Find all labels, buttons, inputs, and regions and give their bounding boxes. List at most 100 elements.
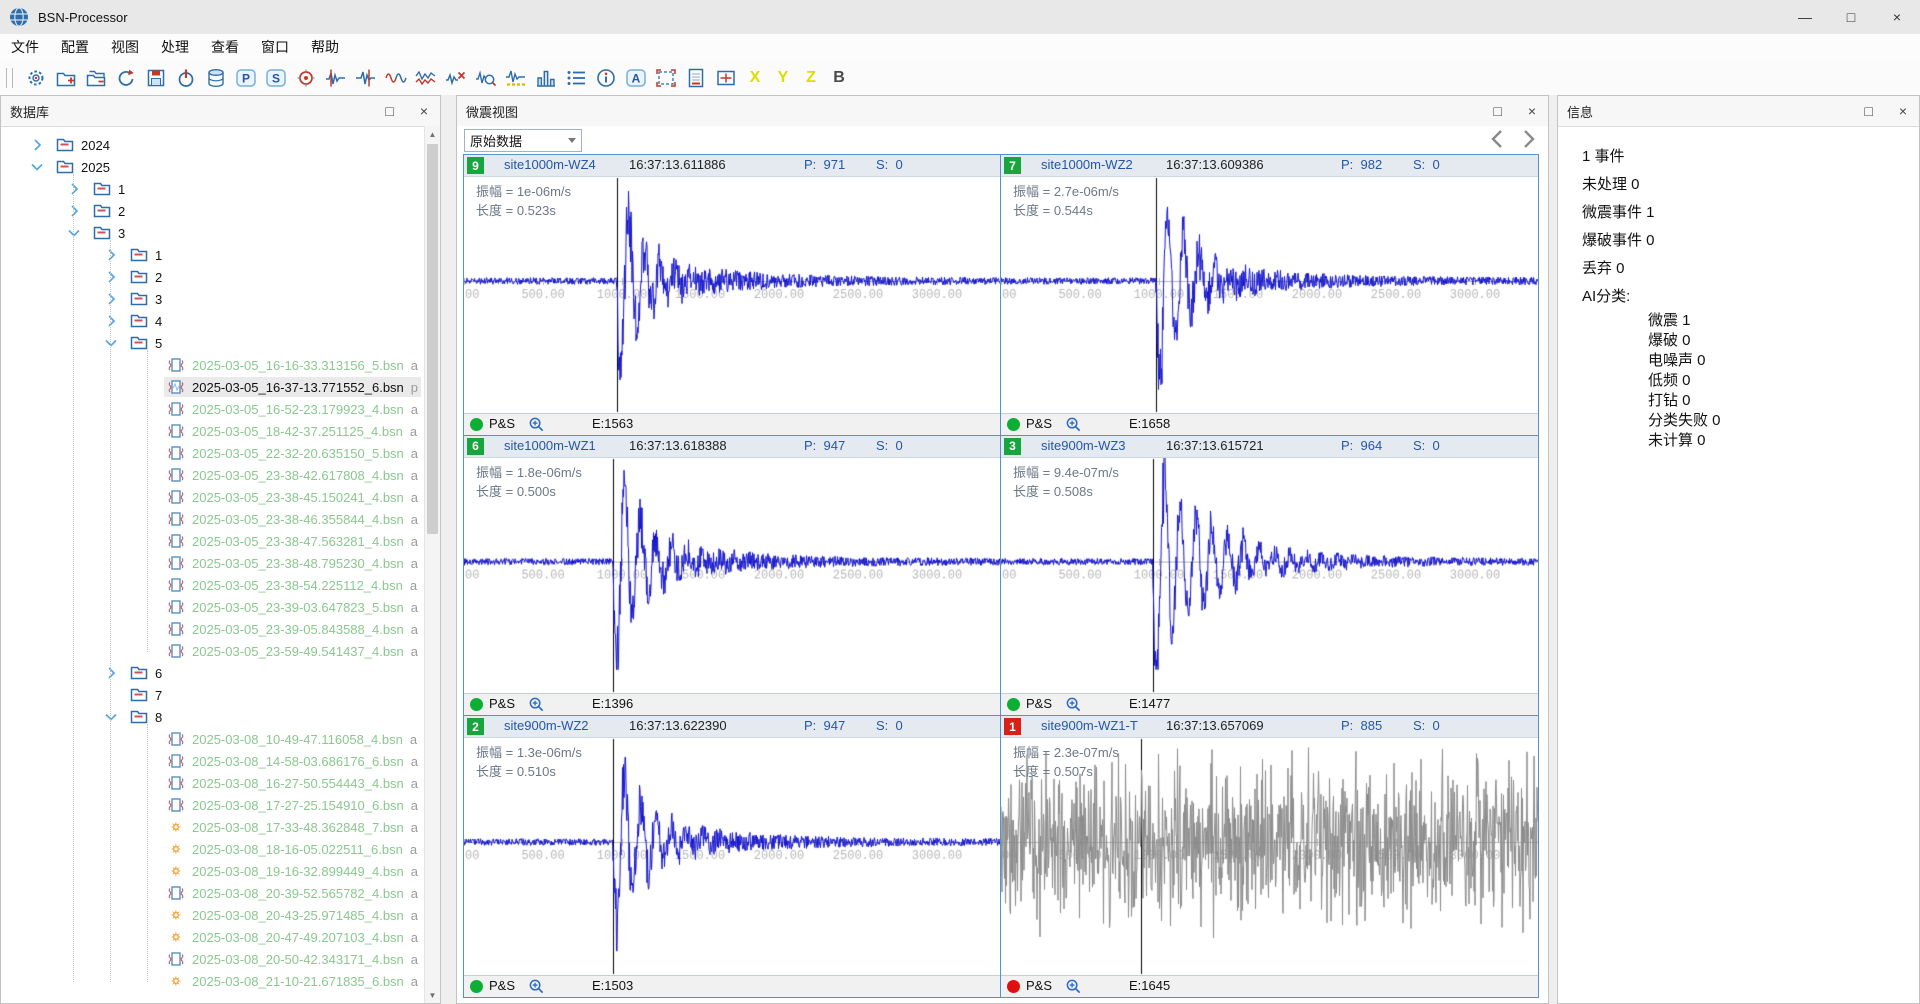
info-icon[interactable]	[593, 65, 619, 91]
menu-item-5[interactable]: 查看	[200, 34, 250, 60]
tree-file[interactable]: 2025-03-05_23-38-45.150241_4.bsna	[1, 486, 425, 508]
tree-file[interactable]: 2025-03-08_20-39-52.565782_4.bsna	[1, 882, 425, 904]
tree-folder-2025[interactable]: 2025	[1, 156, 425, 178]
menu-item-6[interactable]: 窗口	[250, 34, 300, 60]
tree-file[interactable]: 2025-03-05_23-59-49.541437_4.bsna	[1, 640, 425, 662]
tree-file[interactable]: 2025-03-08_17-33-48.362848_7.bsna	[1, 816, 425, 838]
minimize-button[interactable]: —	[1782, 0, 1828, 34]
folder-add-icon[interactable]	[53, 65, 79, 91]
tree-folder-2[interactable]: 2	[1, 200, 425, 222]
waveform-canvas[interactable]	[1001, 458, 1538, 694]
tree-file[interactable]: 2025-03-05_23-39-05.843588_4.bsna	[1, 618, 425, 640]
chevron-right-icon[interactable]	[66, 181, 82, 197]
waveform-cell-header[interactable]: 7site1000m-WZ216:37:13.609386P: 982S: 0	[1001, 155, 1538, 177]
waveform-cell-header[interactable]: 2site900m-WZ216:37:13.622390P: 947S: 0	[464, 716, 1000, 738]
info-close-button[interactable]: ×	[1899, 104, 1907, 118]
chevron-right-icon[interactable]	[103, 247, 119, 263]
data-type-dropdown[interactable]: 原始数据	[464, 129, 582, 152]
waveform-maximize-button[interactable]: □	[1493, 104, 1501, 118]
chevron-down-icon[interactable]	[103, 335, 119, 351]
axis-z-icon[interactable]: Z	[799, 65, 823, 91]
tree-file[interactable]: 2025-03-08_10-49-47.116058_4.bsna	[1, 728, 425, 750]
tree-file[interactable]: 2025-03-08_20-47-49.207103_4.bsna	[1, 926, 425, 948]
refresh-icon[interactable]	[113, 65, 139, 91]
next-event-icon[interactable]	[1518, 128, 1538, 150]
maximize-button[interactable]: □	[1828, 0, 1874, 34]
waveform-canvas[interactable]	[464, 177, 1000, 413]
left-splitter[interactable]	[441, 95, 456, 1004]
tree-file[interactable]: 2025-03-05_22-32-20.635150_5.bsna	[1, 442, 425, 464]
axis-x-icon[interactable]: X	[743, 65, 767, 91]
waveform-canvas[interactable]	[1001, 177, 1538, 413]
right-splitter[interactable]	[1549, 95, 1557, 1004]
tree-file[interactable]: 2025-03-05_16-37-13.771552_6.bsnp	[1, 376, 425, 398]
scrollbar-thumb[interactable]	[427, 144, 438, 534]
wave-search-icon[interactable]	[473, 65, 499, 91]
tree-file[interactable]: 2025-03-05_23-39-03.647823_5.bsna	[1, 596, 425, 618]
tree-file[interactable]: 2025-03-08_14-58-03.686176_6.bsna	[1, 750, 425, 772]
waveform-cell-header[interactable]: 6site1000m-WZ116:37:13.618388P: 947S: 0	[464, 436, 1000, 458]
chevron-right-icon[interactable]	[103, 313, 119, 329]
waveform-canvas[interactable]	[464, 738, 1000, 975]
select-region-icon[interactable]	[653, 65, 679, 91]
chevron-right-icon[interactable]	[66, 203, 82, 219]
tree-file[interactable]: 2025-03-05_23-38-54.225112_4.bsna	[1, 574, 425, 596]
toolbar-grip[interactable]	[6, 68, 13, 88]
tree-folder-3[interactable]: 3	[1, 288, 425, 310]
waveform-canvas[interactable]	[1001, 738, 1538, 975]
wave-pair-icon[interactable]	[383, 65, 409, 91]
database-icon[interactable]	[203, 65, 229, 91]
tree-folder-8[interactable]: 8	[1, 706, 425, 728]
close-button[interactable]: ×	[1874, 0, 1920, 34]
chevron-right-icon[interactable]	[103, 291, 119, 307]
tree-folder-2[interactable]: 2	[1, 266, 425, 288]
waveform-cell-header[interactable]: 3site900m-WZ316:37:13.615721P: 964S: 0	[1001, 436, 1538, 458]
waveform-close-button[interactable]: ×	[1528, 104, 1536, 118]
tree-folder-7[interactable]: 7	[1, 684, 425, 706]
wave-pick-first-icon[interactable]	[323, 65, 349, 91]
event-list-icon[interactable]	[563, 65, 589, 91]
chevron-down-icon[interactable]	[29, 159, 45, 175]
waveform-canvas[interactable]	[464, 458, 1000, 694]
tree-folder-4[interactable]: 4	[1, 310, 425, 332]
tree-folder-3[interactable]: 3	[1, 222, 425, 244]
tree-file[interactable]: 2025-03-08_19-16-32.899449_4.bsna	[1, 860, 425, 882]
tree-file[interactable]: 2025-03-05_16-52-23.179923_4.bsna	[1, 398, 425, 420]
tree-folder-2024[interactable]: 2024	[1, 134, 425, 156]
zoom-icon[interactable]	[528, 416, 545, 433]
tree-file[interactable]: 2025-03-05_16-16-33.313156_5.bsna	[1, 354, 425, 376]
report-icon[interactable]	[683, 65, 709, 91]
chevron-right-icon[interactable]	[103, 269, 119, 285]
pick-s-icon[interactable]: S	[263, 65, 289, 91]
chevron-down-icon[interactable]	[103, 709, 119, 725]
tree-file[interactable]: 2025-03-08_17-27-25.154910_6.bsna	[1, 794, 425, 816]
wave-reject-icon[interactable]	[443, 65, 469, 91]
wave-pick-second-icon[interactable]	[353, 65, 379, 91]
tree-file[interactable]: 2025-03-05_23-38-42.617808_4.bsna	[1, 464, 425, 486]
tree-file[interactable]: 2025-03-08_18-16-05.022511_6.bsna	[1, 838, 425, 860]
tree-file[interactable]: 2025-03-08_16-27-50.554443_4.bsna	[1, 772, 425, 794]
zoom-icon[interactable]	[1065, 416, 1082, 433]
locate-icon[interactable]	[293, 65, 319, 91]
crosshair-icon[interactable]	[713, 65, 739, 91]
zoom-icon[interactable]	[1065, 696, 1082, 713]
tree-file[interactable]: 2025-03-05_23-38-48.795230_4.bsna	[1, 552, 425, 574]
zoom-icon[interactable]	[1065, 978, 1082, 995]
menu-item-7[interactable]: 帮助	[300, 34, 350, 60]
waveform-cell-header[interactable]: 1site900m-WZ1-T16:37:13.657069P: 885S: 0	[1001, 716, 1538, 738]
zoom-icon[interactable]	[528, 696, 545, 713]
tree-file[interactable]: 2025-03-08_21-10-21.671835_6.bsna	[1, 970, 425, 992]
histogram-icon[interactable]	[533, 65, 559, 91]
chevron-right-icon[interactable]	[103, 665, 119, 681]
tree-file[interactable]: 2025-03-05_23-38-47.563281_4.bsna	[1, 530, 425, 552]
tree-folder-1[interactable]: 1	[1, 178, 425, 200]
bold-b-icon[interactable]: B	[827, 65, 851, 91]
settings-gear-icon[interactable]	[23, 65, 49, 91]
menu-item-2[interactable]: 配置	[50, 34, 100, 60]
zoom-icon[interactable]	[528, 978, 545, 995]
tree-folder-6[interactable]: 6	[1, 662, 425, 684]
wave-overlay-icon[interactable]	[413, 65, 439, 91]
auto-label-icon[interactable]: A	[623, 65, 649, 91]
prev-event-icon[interactable]	[1488, 128, 1508, 150]
menu-item-3[interactable]: 视图	[100, 34, 150, 60]
